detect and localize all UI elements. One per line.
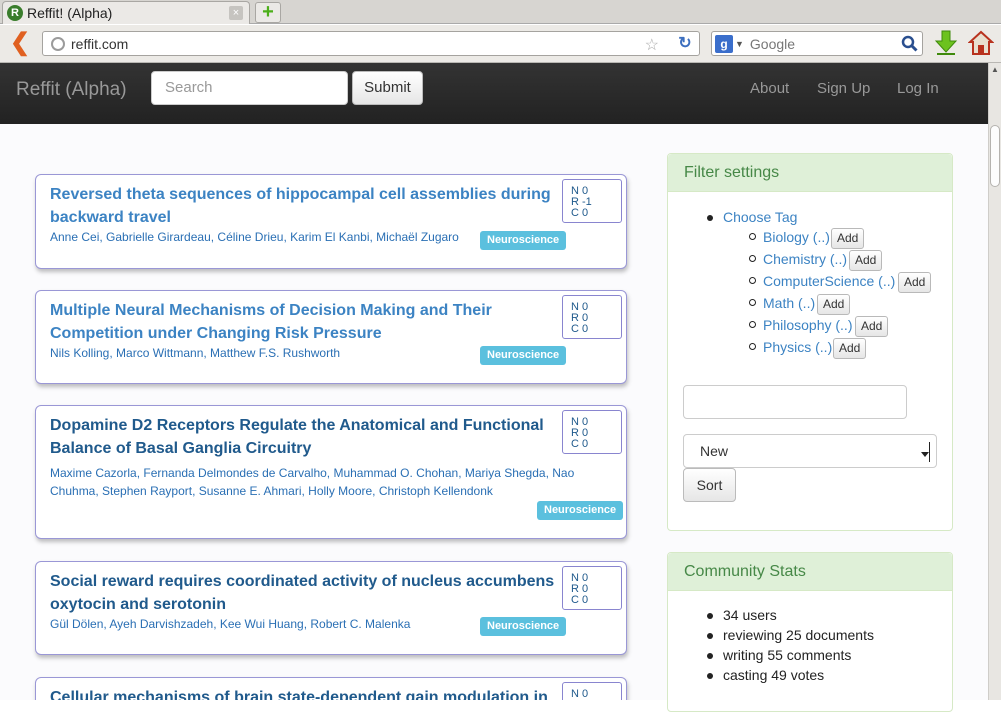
tag-link-math[interactable]: Math (..) [763,295,815,311]
bullet-icon [749,255,756,262]
paper-title[interactable]: Multiple Neural Mechanisms of Decision M… [50,299,560,345]
paper-authors-line: Chuhma, Stephen Rayport, Susanne E. Ahma… [50,484,493,498]
site-navbar: Reffit (Alpha) Search Submit About Sign … [0,63,988,124]
browser-tab-bar: R Reffit! (Alpha) × + [0,0,1001,24]
add-math-button[interactable]: Add [817,294,851,315]
tag-badge[interactable]: Neuroscience [480,231,567,250]
site-brand[interactable]: Reffit (Alpha) [16,79,127,101]
sort-order-selected: New [700,443,729,459]
browser-search-bar[interactable]: g ▼ Google [711,31,923,56]
score-novelty: N 0 [571,688,589,700]
add-computerscience-button[interactable]: Add [898,272,932,293]
paper-title[interactable]: Reversed theta sequences of hippocampal … [50,183,560,229]
paper-title[interactable]: Dopamine D2 Receptors Regulate the Anato… [50,414,560,460]
sort-button[interactable]: Sort [683,468,736,502]
bookmark-star-icon[interactable]: ☆ [645,35,659,55]
score-box: N 0 R -1 C 0 [562,179,622,223]
paper-authors[interactable]: Maxime Cazorla, Fernanda Delmondes de Ca… [50,464,574,500]
bullet-icon [707,633,713,639]
reffit-favicon-icon: R [7,5,23,21]
paper-card[interactable]: Social reward requires coordinated activ… [35,561,627,655]
tag-badge[interactable]: Neuroscience [480,346,567,365]
paper-authors[interactable]: Anne Cei, Gabrielle Girardeau, Céline Dr… [50,228,459,246]
download-arrow-icon[interactable] [934,30,958,56]
google-logo-icon[interactable]: g [715,34,733,53]
score-comments: C 0 [571,438,589,450]
reload-icon[interactable]: ↻ [676,35,694,53]
paper-card[interactable]: Dopamine D2 Receptors Regulate the Anato… [35,405,627,539]
score-comments: C 0 [571,594,589,606]
chevron-down-icon[interactable]: ▼ [735,39,744,49]
nav-link-log-in[interactable]: Log In [897,80,939,97]
stat-comments: writing 55 comments [723,647,852,663]
bullet-icon [707,653,713,659]
filter-text-input[interactable] [683,385,907,419]
add-chemistry-button[interactable]: Add [849,250,883,271]
paper-card[interactable]: Cellular mechanisms of brain state-depen… [35,677,627,700]
bullet-icon [749,233,756,240]
add-philosophy-button[interactable]: Add [855,316,889,337]
stat-votes: casting 49 votes [723,667,825,683]
bullet-icon [749,299,756,306]
tag-link-biology[interactable]: Biology (..) [763,229,830,245]
globe-icon [51,36,65,51]
bullet-icon [707,673,713,679]
magnifier-icon[interactable] [901,35,918,52]
bullet-icon [707,215,713,221]
search-input[interactable]: Search [151,71,348,105]
paper-title[interactable]: Cellular mechanisms of brain state-depen… [50,686,560,700]
home-icon[interactable] [968,30,994,56]
tag-link-chemistry[interactable]: Chemistry (..) [763,251,847,267]
stat-users: 34 users [723,607,777,623]
score-comments: C 0 [571,207,589,219]
bullet-icon [749,343,756,350]
scroll-up-arrow-icon[interactable]: ▲ [989,63,1001,76]
bullet-icon [749,277,756,284]
bullet-icon [707,613,713,619]
score-box: N 0 R 0 C 0 [562,566,622,610]
scroll-thumb[interactable] [990,125,1000,187]
stat-documents: reviewing 25 documents [723,627,874,643]
browser-toolbar: ❮ reffit.com ☆ ↻ g ▼ Google [0,25,1001,63]
new-tab-button[interactable]: + [255,2,281,23]
tag-badge[interactable]: Neuroscience [480,617,567,636]
nav-link-about[interactable]: About [750,80,789,97]
score-box: N 0 [562,682,622,700]
score-comments: C 0 [571,323,589,335]
tag-link-philosophy[interactable]: Philosophy (..) [763,317,852,333]
paper-authors[interactable]: Gül Dölen, Ayeh Darvishzadeh, Kee Wui Hu… [50,615,410,633]
bullet-icon [749,321,756,328]
score-box: N 0 R 0 C 0 [562,295,622,339]
chevron-down-icon[interactable] [921,442,930,462]
url-text: reffit.com [71,35,129,52]
add-biology-button[interactable]: Add [831,228,865,249]
browser-tab[interactable]: R Reffit! (Alpha) × [2,1,250,24]
back-arrow-icon[interactable]: ❮ [8,31,32,56]
page-scrollbar[interactable]: ▲ [988,63,1001,700]
tag-badge[interactable]: Neuroscience [537,501,624,520]
tag-link-computerscience[interactable]: ComputerScience (..) [763,273,895,289]
community-stats-heading: Community Stats [668,553,952,591]
url-bar[interactable]: reffit.com ☆ ↻ [42,31,700,56]
tab-close-icon[interactable]: × [229,6,243,20]
choose-tag-link[interactable]: Choose Tag [723,209,797,225]
sort-order-select[interactable]: New [683,434,937,468]
tab-title: Reffit! (Alpha) [27,5,113,21]
paper-card[interactable]: Multiple Neural Mechanisms of Decision M… [35,290,627,384]
browser-search-placeholder: Google [749,35,796,52]
tag-link-physics[interactable]: Physics (..) [763,339,832,355]
score-box: N 0 R 0 C 0 [562,410,622,454]
paper-card[interactable]: Reversed theta sequences of hippocampal … [35,174,627,269]
paper-title[interactable]: Social reward requires coordinated activ… [50,570,560,616]
nav-link-sign-up[interactable]: Sign Up [817,80,870,97]
filter-settings-heading: Filter settings [668,154,952,192]
paper-authors[interactable]: Nils Kolling, Marco Wittmann, Matthew F.… [50,344,340,362]
paper-authors-line: Maxime Cazorla, Fernanda Delmondes de Ca… [50,466,575,480]
add-physics-button[interactable]: Add [833,338,867,359]
submit-button[interactable]: Submit [352,71,423,105]
